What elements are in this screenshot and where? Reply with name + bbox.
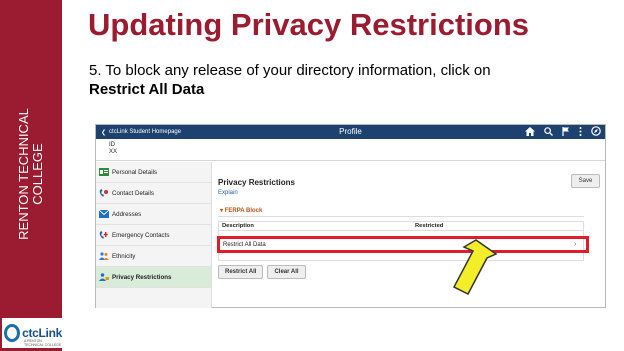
sidebar-item-label: Ethnicity [112,252,136,260]
app-screenshot: ❮ ctcLink Student Homepage Profile ID XX… [95,124,606,308]
slide: RENTON TECHNICAL COLLEGE ctcLink A RENTO… [0,0,624,351]
section-title: FERPA Block [224,208,263,214]
step-bold-text: Restrict All Data [89,81,205,98]
sidebar-item-label: Emergency Contacts [112,231,170,239]
sidebar-item-contact-details[interactable]: Contact Details [96,183,211,204]
more-icon[interactable] [579,126,582,139]
sidebar-item-label: Addresses [112,210,142,218]
sidebar-item-label: Contact Details [112,189,154,197]
home-icon[interactable] [525,126,535,139]
flag-icon[interactable] [562,126,570,139]
column-header-restricted: Restricted [415,223,444,229]
person-lock-icon [99,273,109,281]
navbar-icon[interactable] [591,126,601,139]
envelope-icon [98,209,110,218]
sidebar-item-emergency-contacts[interactable]: Emergency Contacts [96,225,211,246]
panel-title: Privacy Restrictions [218,178,295,187]
logo-subtext: A RENTON TECHNICAL COLLEGE [24,339,62,347]
ferpa-block-toggle[interactable]: ▾ FERPA Block [220,207,262,214]
step-instruction: 5. To block any release of your director… [89,61,589,99]
sidebar-item-personal-details[interactable]: Personal Details [96,162,211,183]
ctclink-logo: ctcLink A RENTON TECHNICAL COLLEGE [2,318,62,348]
college-name-line2: COLLEGE [30,143,45,205]
header-icons [525,126,601,139]
action-buttons: Restrict All Clear All [218,265,306,279]
student-id-box: ID XX [96,139,605,161]
people-icon [99,252,109,260]
privacy-restrictions-panel: Save Privacy Restrictions Explain ▾ FERP… [213,162,606,308]
sidebar-item-label: Personal Details [112,168,158,176]
restrict-all-button[interactable]: Restrict All [218,265,264,279]
save-button[interactable]: Save [571,174,600,188]
ctclink-logo-icon [4,324,21,342]
emergency-phone-icon [99,231,109,239]
id-card-icon [99,168,109,176]
id-label: ID [109,142,115,148]
sidebar-item-ethnicity[interactable]: Ethnicity [96,246,211,267]
brand-sidebar: RENTON TECHNICAL COLLEGE [0,0,62,351]
college-name: RENTON TECHNICAL COLLEGE [16,83,45,265]
sidebar-item-addresses[interactable]: Addresses [96,204,211,225]
clear-all-button[interactable]: Clear All [267,265,306,279]
logo-text: ctcLink [22,326,62,340]
college-name-line1: RENTON TECHNICAL [16,108,31,240]
table-row-restrict-all-data[interactable]: Restrict All Data › [217,236,589,253]
sidebar-item-privacy-restrictions[interactable]: Privacy Restrictions [96,267,211,288]
app-header: ❮ ctcLink Student Homepage Profile [96,125,605,139]
step-text: 5. To block any release of your director… [89,62,491,79]
table-header: Description Restricted [219,222,583,231]
chevron-right-icon: › [574,241,577,248]
id-value: XX [109,149,118,155]
pointer-arrow-icon [452,239,498,295]
profile-sidebar: Personal Details Contact Details Address… [96,162,212,308]
sidebar-item-label: Privacy Restrictions [112,273,172,281]
explain-link[interactable]: Explain [218,190,238,196]
caret-down-icon: ▾ [220,208,224,214]
slide-title: Updating Privacy Restrictions [88,7,530,42]
phone-icon [99,189,109,197]
section-divider [218,216,584,217]
row-description: Restrict All Data [223,241,266,248]
column-header-description: Description [222,223,254,229]
ferpa-table: Description Restricted Restrict All Data… [217,221,589,261]
search-icon[interactable] [544,126,553,139]
